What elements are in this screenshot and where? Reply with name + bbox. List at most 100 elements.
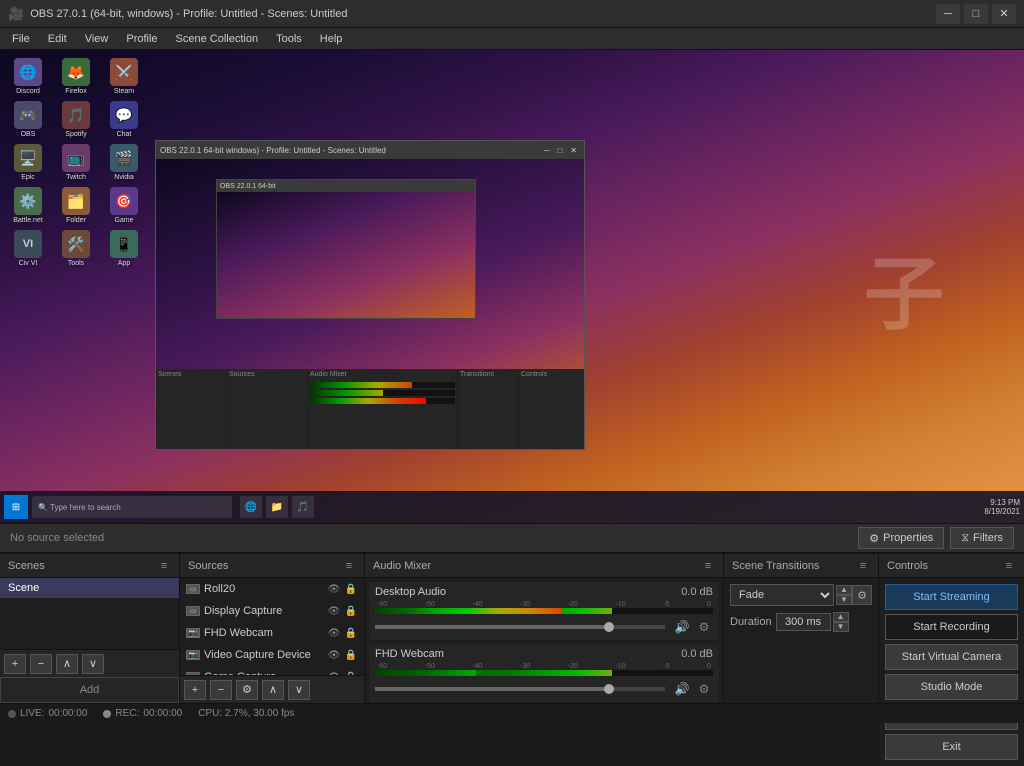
- nested-inner-bg: OBS 22.0.1 64-bit Scenes Sources Audio M…: [156, 159, 584, 449]
- icon-img: 🎮: [14, 101, 42, 129]
- slider-thumb[interactable]: [604, 684, 614, 694]
- source-item-display[interactable]: ▭ Display Capture 👁 🔒: [180, 600, 364, 622]
- transitions-menu-icon[interactable]: ≡: [856, 559, 870, 573]
- camera-icon: 📷: [186, 650, 200, 660]
- move-source-down-button[interactable]: ∨: [288, 680, 310, 700]
- scene-item[interactable]: Scene: [0, 578, 179, 598]
- menu-help[interactable]: Help: [312, 29, 351, 49]
- cpu-label: CPU: 2.7%, 30.00 fps: [198, 708, 294, 719]
- audio-mixer-panel: Audio Mixer ≡ Desktop Audio 0.0 dB -60 -…: [365, 554, 724, 703]
- minimize-button[interactable]: ─: [936, 4, 960, 24]
- controls-menu-icon[interactable]: ≡: [1002, 559, 1016, 573]
- add-scene-button[interactable]: +: [4, 654, 26, 674]
- menu-tools[interactable]: Tools: [268, 29, 310, 49]
- exit-button[interactable]: Exit: [885, 734, 1018, 760]
- source-item-video-capture[interactable]: 📷 Video Capture Device 👁 🔒: [180, 644, 364, 666]
- scenes-menu-icon[interactable]: ≡: [157, 559, 171, 573]
- slider-fill: [375, 625, 607, 629]
- icon-img: 🛠️: [62, 230, 90, 258]
- move-scene-up-button[interactable]: ∧: [56, 654, 78, 674]
- scenes-list: Scene: [0, 578, 179, 649]
- transitions-header-label: Scene Transitions: [732, 560, 819, 572]
- lock-icon[interactable]: 🔒: [344, 604, 358, 618]
- menu-scene-collection[interactable]: Scene Collection: [168, 29, 267, 49]
- transition-up-button[interactable]: ▲: [836, 585, 852, 595]
- transition-gear-button[interactable]: ⚙: [852, 585, 872, 605]
- preview-desktop: 🌐 Discord 🦊 Firefox ⚔️ Steam 🎮: [0, 50, 1024, 523]
- source-item-roll20[interactable]: ▭ Roll20 👁 🔒: [180, 578, 364, 600]
- settings-icon-webcam[interactable]: ⚙: [695, 680, 713, 698]
- source-item-game-capture[interactable]: 🎮 Game Capture 👁 🔒: [180, 666, 364, 675]
- desktop-icons: 🌐 Discord 🦊 Firefox ⚔️ Steam 🎮: [8, 58, 153, 267]
- remove-scene-button[interactable]: −: [30, 654, 52, 674]
- nested-obs-window: OBS 22.0.1 64-bit windows) - Profile: Un…: [155, 140, 585, 450]
- duration-down-button[interactable]: ▼: [833, 622, 849, 632]
- tick: -40: [472, 601, 482, 608]
- nested-max: □: [554, 146, 565, 155]
- source-bar: No source selected ⚙ Properties ⧖ Filter…: [0, 523, 1024, 553]
- desktop-icon-row-1: 🌐 Discord 🦊 Firefox ⚔️ Steam: [8, 58, 153, 95]
- tick: -30: [520, 601, 530, 608]
- audio-track-db-webcam: 0.0 dB: [681, 648, 713, 660]
- source-settings-button[interactable]: ⚙: [236, 680, 258, 700]
- visibility-icon[interactable]: 👁: [327, 648, 341, 662]
- tick: -5: [663, 663, 669, 670]
- slider-thumb[interactable]: [604, 622, 614, 632]
- sources-menu-icon[interactable]: ≡: [342, 559, 356, 573]
- audio-track-header: Desktop Audio 0.0 dB: [375, 586, 713, 598]
- menu-file[interactable]: File: [4, 29, 38, 49]
- source-item-webcam[interactable]: 📷 FHD Webcam 👁 🔒: [180, 622, 364, 644]
- taskbar-time: 9:13 PM: [984, 498, 1020, 507]
- properties-button[interactable]: ⚙ Properties: [858, 527, 944, 549]
- desktop-icon-row-5: VI Civ VI 🛠️ Tools 📱 App: [8, 230, 153, 267]
- volume-slider-webcam[interactable]: [375, 687, 665, 691]
- maximize-button[interactable]: □: [964, 4, 988, 24]
- desktop-icon: ⚙️ Battle.net: [8, 187, 48, 224]
- menu-profile[interactable]: Profile: [118, 29, 165, 49]
- mute-icon-desktop[interactable]: 🔊: [673, 618, 691, 636]
- lock-icon[interactable]: 🔒: [344, 582, 358, 596]
- icon-img: 🖥️: [14, 144, 42, 172]
- remove-source-button[interactable]: −: [210, 680, 232, 700]
- visibility-icon[interactable]: 👁: [327, 604, 341, 618]
- deep-nested-titlebar: OBS 22.0.1 64-bit: [217, 180, 475, 192]
- transition-arrows: ▲ ▼: [836, 585, 852, 605]
- duration-up-button[interactable]: ▲: [833, 612, 849, 622]
- source-bar-buttons: ⚙ Properties ⧖ Filters: [858, 527, 1014, 549]
- studio-mode-button[interactable]: Studio Mode: [885, 674, 1018, 700]
- menu-view[interactable]: View: [77, 29, 117, 49]
- close-button[interactable]: ✕: [992, 4, 1016, 24]
- meter-ticks: -60 -50 -40 -30 -20 -10 -5 0: [375, 601, 713, 608]
- start-virtual-camera-button[interactable]: Start Virtual Camera: [885, 644, 1018, 670]
- audio-menu-icon[interactable]: ≡: [701, 559, 715, 573]
- rec-dot: [103, 710, 111, 718]
- start-recording-button[interactable]: Start Recording: [885, 614, 1018, 640]
- mute-icon-webcam[interactable]: 🔊: [673, 680, 691, 698]
- icon-img: 🎯: [110, 187, 138, 215]
- taskbar-apps: 🌐 📁 🎵: [240, 496, 314, 518]
- sources-header-label: Sources: [188, 560, 228, 572]
- visibility-icon[interactable]: 👁: [327, 626, 341, 640]
- audio-track-name-desktop: Desktop Audio: [375, 586, 446, 598]
- filters-button[interactable]: ⧖ Filters: [950, 527, 1014, 549]
- desktop-icon: ⚔️ Steam: [104, 58, 144, 95]
- volume-slider-desktop[interactable]: [375, 625, 665, 629]
- nested-meter-3: [310, 398, 455, 404]
- transition-select[interactable]: Fade Cut: [730, 584, 834, 606]
- rec-label: REC:: [115, 708, 139, 719]
- menu-edit[interactable]: Edit: [40, 29, 75, 49]
- live-label: LIVE:: [20, 708, 44, 719]
- start-streaming-button[interactable]: Start Streaming: [885, 584, 1018, 610]
- lock-icon[interactable]: 🔒: [344, 648, 358, 662]
- lock-icon[interactable]: 🔒: [344, 626, 358, 640]
- transition-down-button[interactable]: ▼: [836, 595, 852, 605]
- visibility-icon[interactable]: 👁: [327, 582, 341, 596]
- move-source-up-button[interactable]: ∧: [262, 680, 284, 700]
- controls-panel-header: Controls ≡: [879, 554, 1024, 578]
- audio-track-desktop: Desktop Audio 0.0 dB -60 -50 -40 -30 -20…: [369, 582, 719, 640]
- add-source-button[interactable]: +: [184, 680, 206, 700]
- settings-icon-desktop[interactable]: ⚙: [695, 618, 713, 636]
- move-scene-down-button[interactable]: ∨: [82, 654, 104, 674]
- add-scene-label-btn[interactable]: Add: [0, 677, 179, 703]
- icon-label: Tools: [68, 260, 84, 267]
